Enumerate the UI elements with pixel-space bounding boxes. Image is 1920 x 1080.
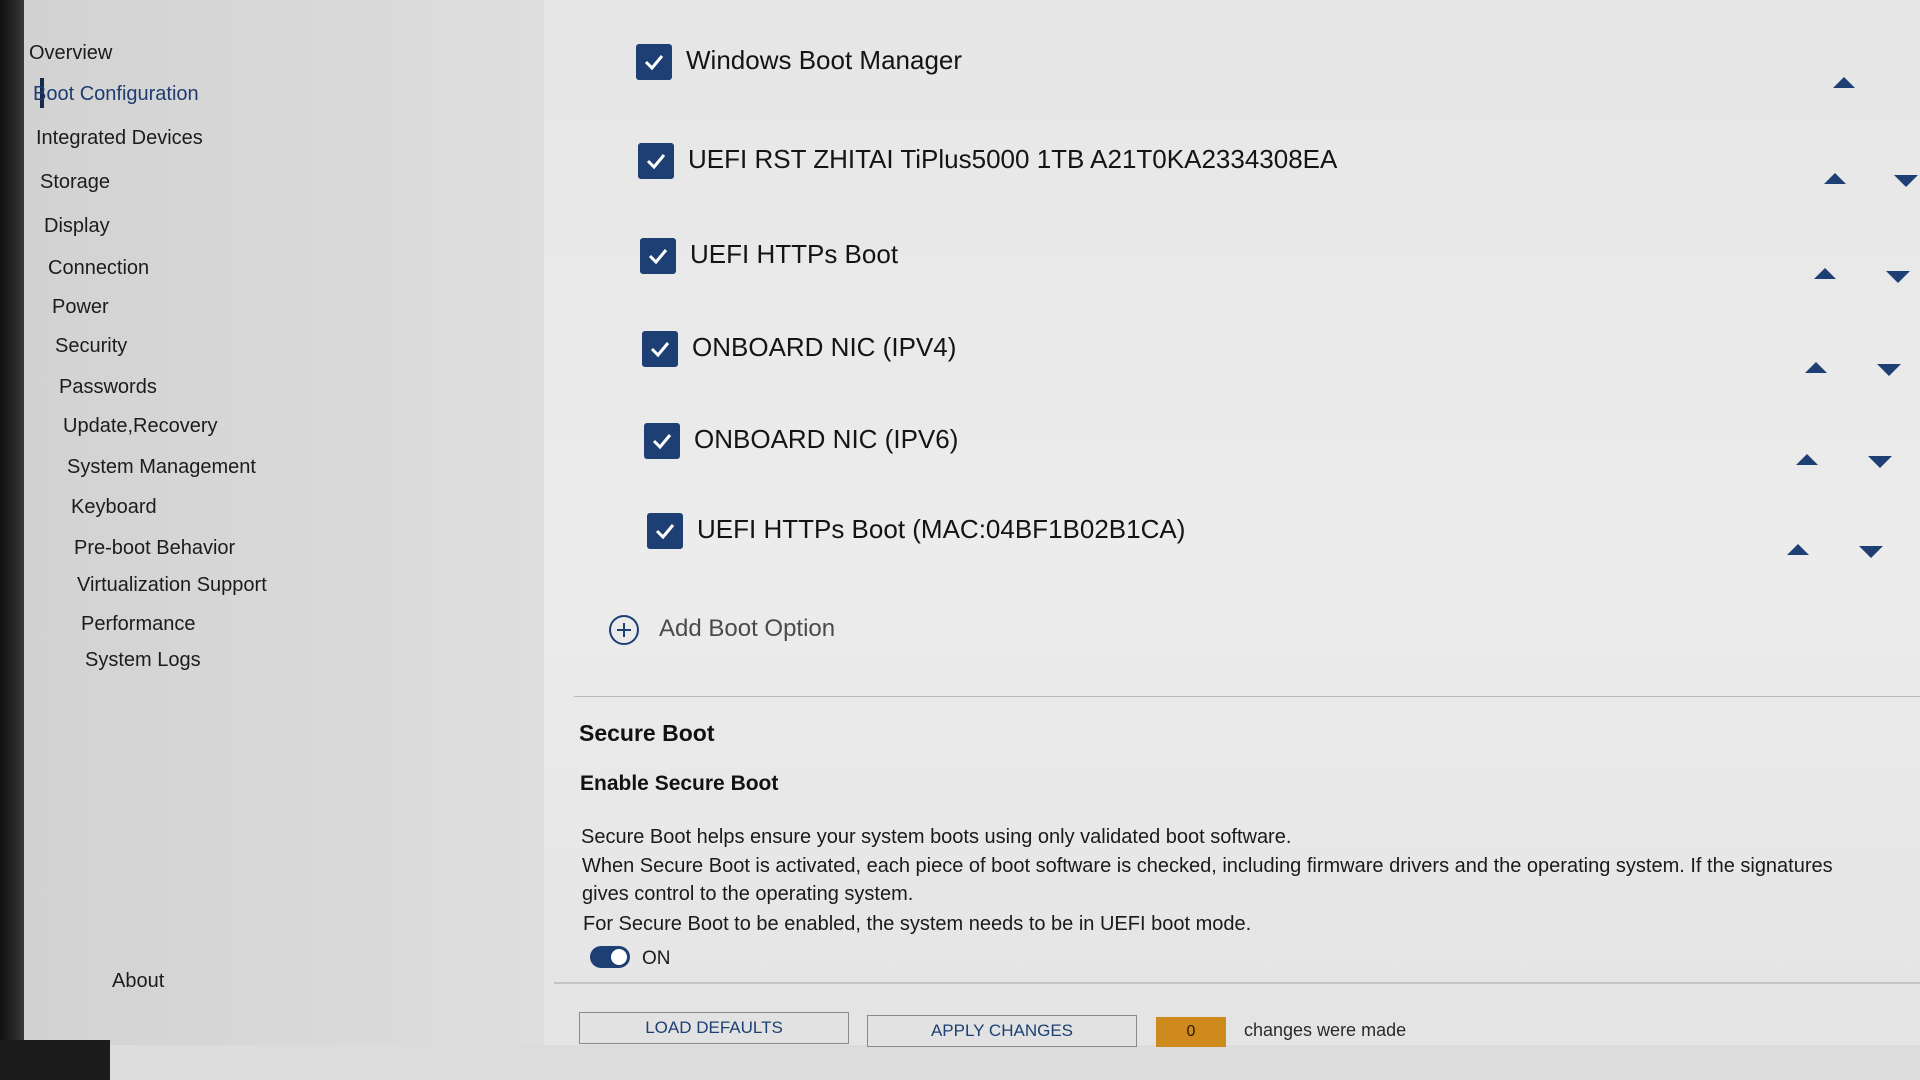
sidebar-item-keyboard[interactable]: Keyboard: [71, 496, 157, 519]
boot-option-label: UEFI HTTPs Boot (MAC:04BF1B02B1CA): [697, 514, 1186, 544]
check-icon: [652, 434, 672, 450]
section-divider: [574, 696, 1920, 697]
sidebar-item-update-recovery[interactable]: Update,Recovery: [63, 415, 218, 438]
sidebar-item-storage[interactable]: Storage: [40, 171, 110, 194]
boot-option-label: ONBOARD NIC (IPV4): [692, 332, 957, 362]
main-panel: Windows Boot Manager UEFI RST ZHITAI TiP…: [544, 0, 1920, 1047]
apply-changes-button[interactable]: APPLY CHANGES: [867, 1015, 1137, 1047]
boot-option-checkbox[interactable]: [647, 513, 683, 549]
move-up-icon[interactable]: [1805, 362, 1827, 373]
check-icon: [646, 154, 666, 170]
toggle-knob: [611, 949, 627, 965]
sidebar-item-system-management[interactable]: System Management: [67, 456, 256, 479]
check-icon: [644, 55, 664, 71]
move-up-icon[interactable]: [1796, 454, 1818, 465]
move-down-icon[interactable]: [1894, 175, 1918, 187]
sidebar-item-connection[interactable]: Connection: [48, 257, 149, 280]
sidebar-nav: Overview Boot Configuration Integrated D…: [24, 0, 544, 1045]
add-boot-option-label: Add Boot Option: [659, 615, 836, 642]
boot-option-label: UEFI HTTPs Boot: [690, 239, 899, 269]
move-up-icon[interactable]: [1824, 173, 1846, 184]
check-icon: [650, 342, 670, 358]
move-up-icon[interactable]: [1814, 268, 1836, 279]
boot-option-checkbox[interactable]: [638, 143, 674, 179]
changes-count-text: changes were made: [1244, 1020, 1407, 1040]
sidebar-item-boot-configuration[interactable]: Boot Configuration: [33, 83, 199, 106]
boot-option-checkbox[interactable]: [644, 423, 680, 459]
boot-option-label: ONBOARD NIC (IPV6): [694, 424, 959, 454]
sidebar-item-virtualization-support[interactable]: Virtualization Support: [77, 574, 267, 597]
monitor-bezel: [0, 0, 24, 1080]
boot-option-checkbox[interactable]: [640, 238, 676, 274]
description-line: Secure Boot helps ensure your system boo…: [581, 826, 1292, 848]
sidebar-item-overview[interactable]: Overview: [29, 42, 112, 65]
add-circle-icon: [609, 615, 639, 645]
setting-title: Enable Secure Boot: [580, 772, 779, 795]
move-down-icon[interactable]: [1886, 271, 1910, 283]
description-line: When Secure Boot is activated, each piec…: [582, 855, 1833, 877]
sidebar-item-security[interactable]: Security: [55, 335, 127, 358]
section-title: Secure Boot: [579, 720, 715, 746]
boot-option-checkbox[interactable]: [642, 331, 678, 367]
sidebar-item-display[interactable]: Display: [44, 215, 110, 238]
secure-boot-toggle[interactable]: [590, 946, 630, 968]
check-icon: [655, 524, 675, 540]
description-line: For Secure Boot to be enabled, the syste…: [583, 913, 1252, 935]
boot-option-label: Windows Boot Manager: [686, 45, 963, 75]
sidebar-item-power[interactable]: Power: [52, 296, 109, 319]
monitor-bezel-bottom: [0, 1040, 110, 1080]
boot-option-label: UEFI RST ZHITAI TiPlus5000 1TB A21T0KA23…: [688, 144, 1338, 174]
sidebar-item-passwords[interactable]: Passwords: [59, 376, 157, 399]
description-line: gives control to the operating system.: [582, 883, 914, 905]
boot-option-checkbox[interactable]: [636, 44, 672, 80]
move-up-icon[interactable]: [1833, 77, 1855, 88]
move-down-icon[interactable]: [1868, 456, 1892, 468]
sidebar-item-performance[interactable]: Performance: [81, 613, 196, 636]
move-down-icon[interactable]: [1859, 546, 1883, 558]
sidebar-item-pre-boot-behavior[interactable]: Pre-boot Behavior: [74, 537, 235, 560]
move-down-icon[interactable]: [1877, 364, 1901, 376]
check-icon: [648, 249, 668, 265]
sidebar-item-integrated-devices[interactable]: Integrated Devices: [36, 127, 203, 150]
footer-divider: [554, 982, 1920, 984]
changes-count-badge: 0: [1156, 1017, 1226, 1047]
toggle-state-label: ON: [642, 948, 671, 969]
sidebar-item-system-logs[interactable]: System Logs: [85, 649, 201, 672]
load-defaults-button[interactable]: LOAD DEFAULTS: [579, 1012, 849, 1044]
sidebar-item-about[interactable]: About: [112, 970, 164, 993]
move-up-icon[interactable]: [1787, 544, 1809, 555]
